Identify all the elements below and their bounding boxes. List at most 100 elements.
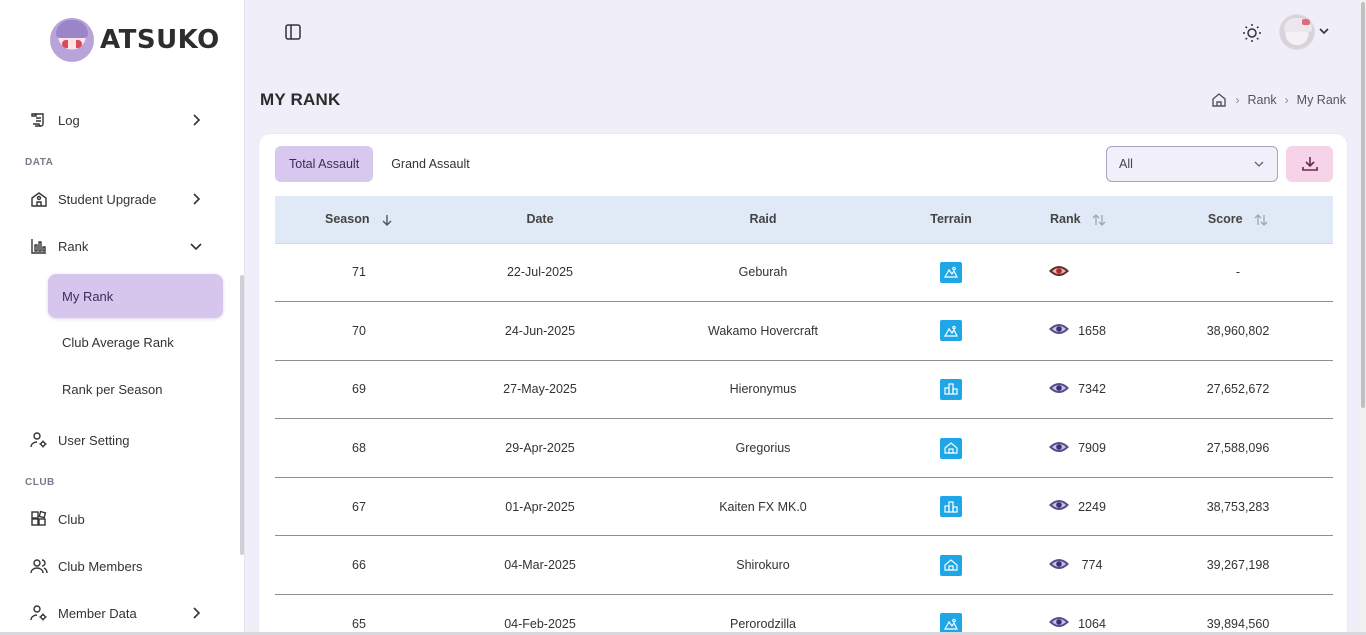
- rank-value: 7342: [1078, 382, 1106, 397]
- cell-season: 67: [275, 477, 443, 537]
- sidebar-scrollbar[interactable]: [240, 275, 244, 555]
- table-row[interactable]: 70 24-Jun-2025 Wakamo Hovercraft 1658 38,960…: [275, 301, 1333, 361]
- rank-badge-icon: [1048, 438, 1070, 459]
- sidebar-item-log[interactable]: Log: [30, 108, 210, 132]
- breadcrumb-link[interactable]: Rank: [1247, 93, 1276, 107]
- cell-season: 68: [275, 418, 443, 478]
- rank-card: Total Assault Grand Assault All Season D…: [258, 133, 1348, 635]
- bar-chart-icon: [30, 237, 48, 255]
- sun-icon[interactable]: [1241, 22, 1263, 44]
- page-scrollbar[interactable]: [1360, 0, 1366, 635]
- chevron-right-icon: [193, 193, 201, 205]
- home-icon[interactable]: [1211, 92, 1227, 108]
- indoor-house-icon: [940, 554, 962, 576]
- table-row[interactable]: 68 29-Apr-2025 Gregorius 7909 27,588,096: [275, 418, 1333, 478]
- tab-grand-assault[interactable]: Grand Assault: [377, 146, 484, 182]
- filter-select[interactable]: All: [1106, 146, 1278, 182]
- brand-name: ATSUKO: [100, 25, 220, 55]
- sort-icon: [1254, 214, 1268, 226]
- table-row[interactable]: 69 27-May-2025 Hieronymus 7342 27,652,672: [275, 360, 1333, 420]
- user-gear-icon: [30, 431, 48, 449]
- cell-rank: 774: [1013, 535, 1143, 596]
- rank-table-body: 71 22-Jul-2025 Geburah -70 24-Jun-2025 Wakamo…: [275, 243, 1333, 635]
- cell-date: 29-Apr-2025: [443, 418, 637, 478]
- cell-season: 70: [275, 301, 443, 361]
- sidebar-item-rank[interactable]: Rank: [30, 234, 210, 258]
- rank-badge-icon: [1048, 555, 1070, 576]
- column-header-label: Date: [526, 212, 554, 227]
- cell-score: 27,652,672: [1143, 360, 1333, 420]
- column-header-score[interactable]: Score: [1143, 196, 1333, 244]
- chevron-down-icon: [1254, 161, 1264, 167]
- section-label-data: DATA: [25, 157, 54, 168]
- column-header-terrain[interactable]: Terrain: [889, 196, 1013, 244]
- filter-select-value: All: [1119, 157, 1133, 171]
- cell-raid: Gregorius: [637, 418, 889, 478]
- rank-value: 1658: [1078, 323, 1106, 338]
- table-row[interactable]: 71 22-Jul-2025 Geburah -: [275, 243, 1333, 303]
- outdoor-mountain-icon: [940, 261, 962, 283]
- table-row[interactable]: 67 01-Apr-2025 Kaiten FX MK.0 2249 38,753,28…: [275, 477, 1333, 537]
- cell-raid: Kaiten FX MK.0: [637, 477, 889, 537]
- table-row[interactable]: 65 04-Feb-2025 Perorodzilla 1064 39,894,560: [275, 594, 1333, 635]
- column-header-date[interactable]: Date: [443, 196, 637, 244]
- sidebar-item-user-setting[interactable]: User Setting: [30, 428, 210, 452]
- sidebar-toggle-icon[interactable]: [283, 22, 303, 42]
- cell-raid: Hieronymus: [637, 360, 889, 420]
- sort-icon: [1092, 214, 1106, 226]
- section-label-club: CLUB: [25, 477, 55, 488]
- cell-season: 65: [275, 594, 443, 635]
- column-header-raid[interactable]: Raid: [637, 196, 889, 244]
- cell-terrain: [889, 243, 1013, 303]
- cell-date: 27-May-2025: [443, 360, 637, 420]
- tab-total-assault[interactable]: Total Assault: [275, 146, 374, 182]
- cell-raid: Shirokuro: [637, 535, 889, 596]
- rank-badge-icon: [1048, 320, 1070, 341]
- cell-terrain: [889, 418, 1013, 478]
- sidebar-item-student-upgrade[interactable]: Student Upgrade: [30, 187, 210, 211]
- breadcrumb-separator-icon: ›: [1284, 93, 1289, 107]
- sidebar-item-club[interactable]: Club: [30, 507, 210, 531]
- rank-value: 7909: [1078, 441, 1106, 456]
- brand-avatar: [50, 18, 94, 62]
- sidebar-subitem-club-average-rank[interactable]: Club Average Rank: [48, 320, 223, 364]
- rank-value: 1064: [1078, 616, 1106, 631]
- download-button[interactable]: [1286, 146, 1333, 182]
- cell-rank: 1064: [1013, 594, 1143, 635]
- cell-terrain: [889, 360, 1013, 420]
- page-scrollbar-thumb[interactable]: [1361, 2, 1365, 408]
- scroll-log-icon: [30, 111, 48, 129]
- column-header-label: Rank: [1049, 212, 1081, 227]
- cell-rank: 2249: [1013, 477, 1143, 537]
- cell-score: 39,267,198: [1143, 535, 1333, 596]
- cell-rank: 7342: [1013, 360, 1143, 420]
- indoor-house-icon: [940, 437, 962, 459]
- column-header-label: Score: [1207, 212, 1243, 227]
- sidebar-subitem-my-rank[interactable]: My Rank: [48, 274, 223, 318]
- column-header-season[interactable]: Season: [275, 196, 443, 244]
- brand-logo[interactable]: ATSUKO: [50, 18, 220, 62]
- chevron-right-icon: [193, 114, 201, 126]
- arrow-down-icon: [382, 214, 392, 226]
- sidebar-item-member-data[interactable]: Member Data: [30, 601, 210, 625]
- chevron-right-icon: [193, 607, 201, 619]
- sidebar-subitem-rank-per-season[interactable]: Rank per Season: [48, 367, 223, 411]
- sidebar-item-club-members[interactable]: Club Members: [30, 554, 210, 578]
- rank-badge-icon: [1048, 496, 1070, 517]
- cell-raid: Wakamo Hovercraft: [637, 301, 889, 361]
- cell-season: 66: [275, 535, 443, 596]
- cell-terrain: [889, 477, 1013, 537]
- cell-terrain: [889, 594, 1013, 635]
- blocks-icon: [30, 510, 48, 528]
- column-header-rank[interactable]: Rank: [1013, 196, 1143, 244]
- user-avatar[interactable]: [1279, 14, 1315, 50]
- cell-score: 39,894,560: [1143, 594, 1333, 635]
- rank-value: 2249: [1078, 499, 1106, 514]
- rank-value: 774: [1081, 558, 1103, 573]
- sidebar-item-label: Rank: [58, 238, 89, 254]
- cell-season: 71: [275, 243, 443, 303]
- rank-table: Season Date Raid Terrain Rank Score 71 22…: [275, 196, 1333, 635]
- table-row[interactable]: 66 04-Mar-2025 Shirokuro 774 39,267,198: [275, 535, 1333, 596]
- topbar: [245, 0, 1360, 65]
- chevron-down-icon[interactable]: [1317, 24, 1331, 38]
